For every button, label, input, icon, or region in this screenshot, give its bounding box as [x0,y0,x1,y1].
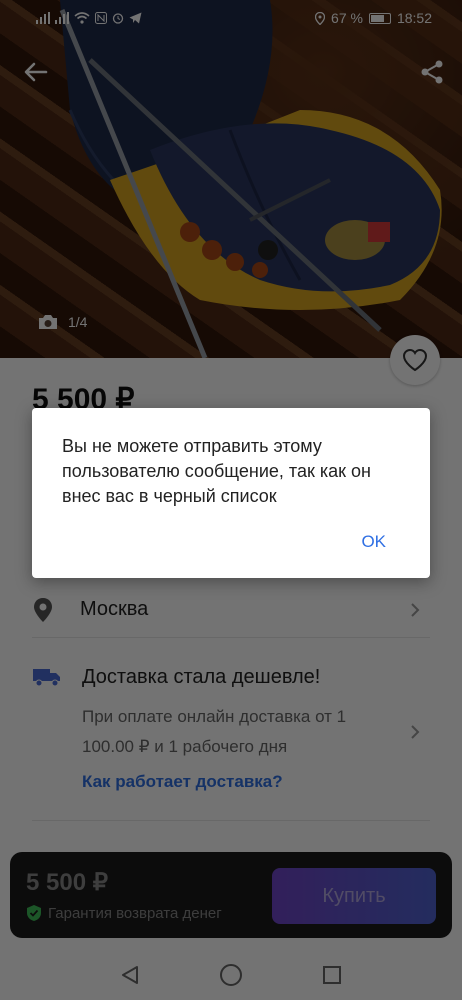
delivery-title: Доставка стала дешевле! [82,666,321,688]
dialog-message: Вы не можете отправить этому пользовател… [62,436,371,506]
divider [32,820,430,821]
alarm-icon [112,13,124,24]
shield-check-icon [27,905,41,921]
buy-bar: 5 500 ₽ Гарантия возврата денег Купить [10,852,452,938]
location-row[interactable]: Москва [32,582,430,638]
chevron-right-icon [411,602,420,617]
signal-icon [36,12,50,24]
stroller-image [0,0,462,358]
nav-back-icon[interactable] [119,964,141,986]
status-right: 67 % 18:52 [315,10,432,26]
truck-icon [33,669,60,687]
status-bar: 67 % 18:52 [0,0,462,36]
signal-icon-2 [55,12,69,24]
back-arrow-icon[interactable] [22,58,50,86]
telegram-icon [129,12,142,24]
nfc-icon [95,12,107,24]
heart-icon [402,348,428,372]
delivery-description: При оплате онлайн доставка от 1 100.00 ₽… [82,707,347,756]
favorite-button[interactable] [390,335,440,385]
battery-icon [368,12,391,24]
share-icon[interactable] [418,58,446,86]
dialog-ok-button[interactable]: OK [361,532,386,552]
delivery-info-link[interactable]: Как работает доставка? [82,772,283,792]
photo-counter: 1/4 [38,314,87,330]
battery-percent: 67 % [331,10,363,26]
nav-recents-icon[interactable] [321,964,343,986]
buy-button[interactable]: Купить [272,868,436,924]
money-back-guarantee[interactable]: Гарантия возврата денег [26,904,222,922]
clock: 18:52 [396,10,432,26]
location-status-icon [315,11,326,25]
listing-photo[interactable]: 1/4 [0,0,462,358]
status-left [36,12,142,24]
location-pin-icon [34,597,52,622]
location-text: Москва [80,598,149,620]
camera-icon [39,315,57,329]
photo-counter-text: 1/4 [68,314,88,330]
buy-bar-price: 5 500 ₽ [26,869,108,896]
wifi-icon [74,12,90,24]
nav-home-icon[interactable] [219,963,243,987]
blocked-user-dialog: Вы не можете отправить этому пользовател… [32,408,430,578]
guarantee-text: Гарантия возврата денег [48,904,222,922]
delivery-chevron-right-icon[interactable] [410,724,420,740]
